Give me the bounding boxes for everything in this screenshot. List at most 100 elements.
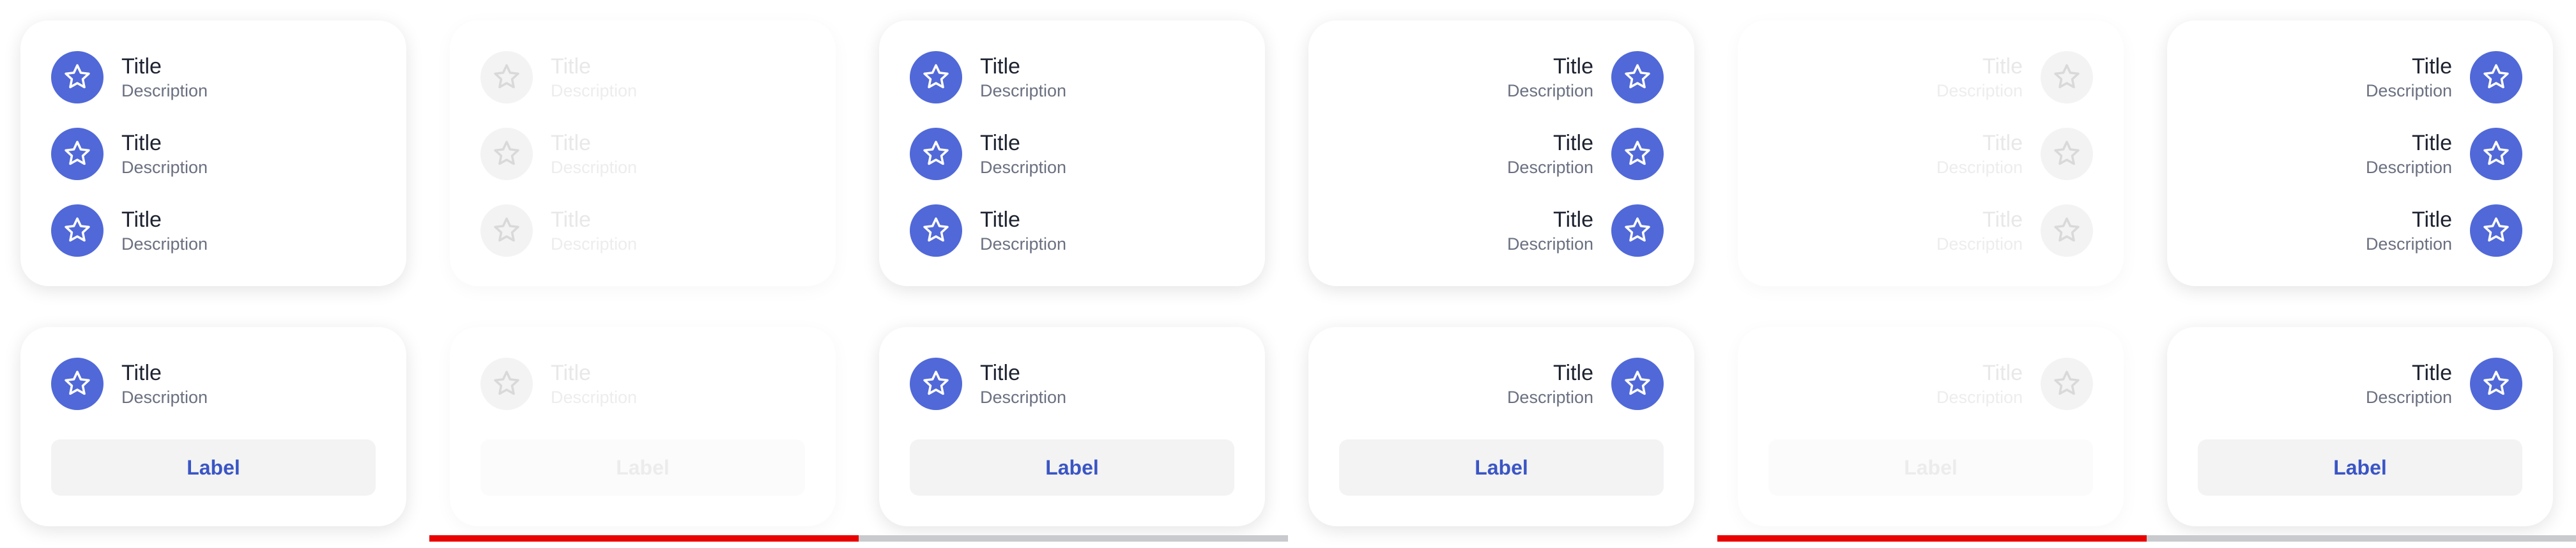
- star-icon: [2041, 358, 2093, 410]
- item-title: Title: [121, 131, 162, 155]
- action-card-enabled-rtl: Title Description Label: [2167, 327, 2553, 526]
- item-description: Description: [980, 158, 1067, 177]
- item-description: Description: [2365, 234, 2452, 254]
- star-icon: [2470, 358, 2522, 410]
- list-item[interactable]: Title Description: [1308, 51, 1694, 103]
- star-icon: [1611, 51, 1664, 103]
- list-card-disabled: Title Description Title Description Title D…: [450, 20, 836, 286]
- list-item[interactable]: Title Description: [1308, 204, 1694, 257]
- item-title: Title: [2412, 361, 2452, 385]
- list-item[interactable]: Title Description: [2167, 51, 2553, 103]
- item-description: Description: [551, 388, 638, 407]
- item-title: Title: [1553, 131, 1593, 155]
- item-title: Title: [980, 361, 1020, 385]
- item-title: Title: [1553, 361, 1593, 385]
- item-description: Description: [121, 388, 208, 407]
- action-card-enabled: Title Description Label: [879, 327, 1265, 526]
- item-title: Title: [1982, 208, 2023, 232]
- action-card-disabled: Title Description Label: [450, 327, 836, 526]
- list-item[interactable]: Title Description: [879, 204, 1265, 257]
- item-description: Description: [2365, 388, 2452, 407]
- item-title: Title: [551, 208, 591, 232]
- label-button[interactable]: Label: [2198, 439, 2522, 496]
- list-item-disabled: Title Description: [450, 204, 836, 257]
- item-title: Title: [121, 208, 162, 232]
- star-icon: [910, 204, 962, 257]
- star-icon: [51, 51, 103, 103]
- list-item-disabled: Title Description: [450, 128, 836, 180]
- list-item-disabled: Title Description: [450, 358, 836, 410]
- star-icon: [2470, 51, 2522, 103]
- label-button[interactable]: Label: [51, 439, 376, 496]
- progress-bar: [429, 535, 1288, 542]
- component-preview-canvas: Title Description Title Description Title D…: [0, 0, 2576, 548]
- list-item[interactable]: Title Description: [20, 358, 406, 410]
- star-icon: [480, 358, 533, 410]
- star-icon: [480, 128, 533, 180]
- item-description: Description: [121, 234, 208, 254]
- star-icon: [1611, 128, 1664, 180]
- label-button-disabled: Label: [480, 439, 805, 496]
- item-description: Description: [1506, 234, 1593, 254]
- list-item[interactable]: Title Description: [2167, 204, 2553, 257]
- item-title: Title: [1553, 208, 1593, 232]
- list-item[interactable]: Title Description: [1308, 358, 1694, 410]
- item-title: Title: [980, 208, 1020, 232]
- list-card-enabled: Title Description Title Description Title D…: [879, 20, 1265, 286]
- item-title: Title: [1553, 54, 1593, 79]
- star-icon: [51, 128, 103, 180]
- item-title: Title: [551, 361, 591, 385]
- list-card-enabled: Title Description Title Description Title D…: [20, 20, 406, 286]
- list-item[interactable]: Title Description: [20, 51, 406, 103]
- progress-fill: [429, 535, 859, 542]
- item-description: Description: [1936, 388, 2023, 407]
- item-description: Description: [980, 388, 1067, 407]
- progress-fill: [1717, 535, 2147, 542]
- star-icon: [480, 51, 533, 103]
- list-item-disabled: Title Description: [450, 51, 836, 103]
- list-item[interactable]: Title Description: [879, 51, 1265, 103]
- item-title: Title: [2412, 54, 2452, 79]
- progress-bar: [1717, 535, 2576, 542]
- star-icon: [910, 51, 962, 103]
- list-card-enabled-rtl: Title Description Title Description Title D…: [1308, 20, 1694, 286]
- item-description: Description: [1936, 158, 2023, 177]
- list-card-enabled-rtl: Title Description Title Description Title D…: [2167, 20, 2553, 286]
- item-description: Description: [980, 81, 1067, 100]
- list-item[interactable]: Title Description: [2167, 358, 2553, 410]
- list-item[interactable]: Title Description: [879, 358, 1265, 410]
- item-title: Title: [121, 361, 162, 385]
- item-description: Description: [1506, 388, 1593, 407]
- action-card-enabled: Title Description Label: [20, 327, 406, 526]
- list-card-disabled-rtl: Title Description Title Description Title D…: [1738, 20, 2124, 286]
- item-description: Description: [2365, 158, 2452, 177]
- list-item-disabled: Title Description: [1738, 358, 2124, 410]
- star-icon: [51, 204, 103, 257]
- item-description: Description: [551, 234, 638, 254]
- action-card-enabled-rtl: Title Description Label: [1308, 327, 1694, 526]
- item-description: Description: [1936, 234, 2023, 254]
- item-description: Description: [551, 81, 638, 100]
- list-item[interactable]: Title Description: [2167, 128, 2553, 180]
- item-title: Title: [1982, 131, 2023, 155]
- star-icon: [480, 204, 533, 257]
- list-item-disabled: Title Description: [1738, 204, 2124, 257]
- item-description: Description: [551, 158, 638, 177]
- star-icon: [51, 358, 103, 410]
- item-description: Description: [1506, 81, 1593, 100]
- item-description: Description: [121, 81, 208, 100]
- star-icon: [2470, 128, 2522, 180]
- list-item[interactable]: Title Description: [1308, 128, 1694, 180]
- list-item[interactable]: Title Description: [20, 204, 406, 257]
- label-button[interactable]: Label: [1339, 439, 1664, 496]
- label-button[interactable]: Label: [910, 439, 1234, 496]
- item-title: Title: [980, 131, 1020, 155]
- star-icon: [1611, 204, 1664, 257]
- item-title: Title: [2412, 208, 2452, 232]
- item-description: Description: [1936, 81, 2023, 100]
- list-item[interactable]: Title Description: [879, 128, 1265, 180]
- list-item[interactable]: Title Description: [20, 128, 406, 180]
- list-item-disabled: Title Description: [1738, 128, 2124, 180]
- item-description: Description: [121, 158, 208, 177]
- item-title: Title: [2412, 131, 2452, 155]
